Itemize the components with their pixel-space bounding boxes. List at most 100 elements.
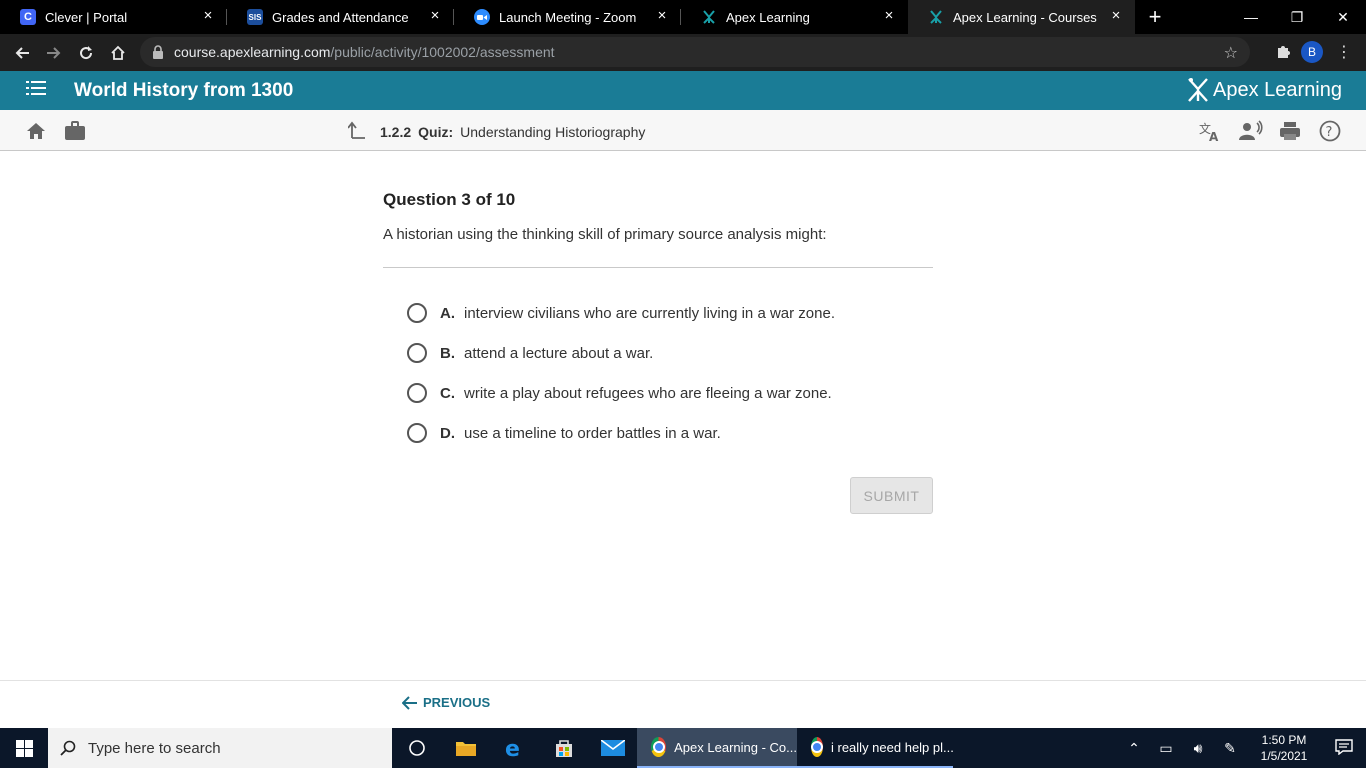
- answer-choice-d[interactable]: D. use a timeline to order battles in a …: [383, 413, 933, 453]
- choice-letter: D.: [440, 424, 455, 442]
- translate-icon[interactable]: 文A: [1199, 120, 1221, 144]
- browser-tab-zoom[interactable]: Launch Meeting - Zoom ×: [454, 0, 681, 34]
- lock-icon: [152, 45, 166, 59]
- course-title: World History from 1300: [74, 79, 294, 101]
- windows-taskbar: Type here to search e Apex Learning - Co…: [0, 728, 1366, 768]
- text-to-speech-icon[interactable]: [1239, 120, 1263, 142]
- browser-tab-strip: C Clever | Portal × SIS Grades and Atten…: [0, 0, 1366, 34]
- back-arrow-icon[interactable]: [6, 37, 38, 69]
- close-tab-icon[interactable]: ×: [882, 8, 896, 23]
- print-icon[interactable]: [1279, 120, 1301, 142]
- choice-letter: A.: [440, 304, 455, 322]
- chevron-up-icon[interactable]: ⌃: [1118, 740, 1150, 757]
- url-bar[interactable]: course.apexlearning.com/public/activity/…: [140, 37, 1250, 67]
- browser-tab-apex[interactable]: Apex Learning ×: [681, 0, 908, 34]
- tab-title: Apex Learning: [726, 9, 810, 25]
- activity-type: Quiz:: [418, 123, 454, 140]
- profile-avatar[interactable]: B: [1301, 41, 1323, 63]
- tab-title: Grades and Attendance: [272, 9, 409, 25]
- arrow-left-icon: [402, 695, 417, 710]
- question-header: Question 3 of 10: [383, 190, 516, 209]
- chrome-icon: [651, 737, 667, 757]
- edge-icon[interactable]: e: [490, 728, 539, 768]
- extensions-puzzle-icon[interactable]: [1275, 43, 1291, 64]
- tab-title: Apex Learning - Courses: [953, 9, 1097, 25]
- pen-icon[interactable]: ✎: [1214, 740, 1246, 757]
- briefcase-icon[interactable]: [64, 120, 86, 142]
- apex-icon: [701, 9, 717, 25]
- home-icon[interactable]: [25, 120, 47, 142]
- browser-tab-apex-courses[interactable]: Apex Learning - Courses ×: [908, 0, 1135, 34]
- address-bar: course.apexlearning.com/public/activity/…: [0, 34, 1366, 71]
- question-panel: Question 3 of 10 A historian using the t…: [383, 190, 933, 453]
- browser-tab-clever[interactable]: C Clever | Portal ×: [0, 0, 227, 34]
- answer-choices: A. interview civilians who are currently…: [383, 293, 933, 453]
- help-icon[interactable]: ?: [1319, 120, 1341, 142]
- mail-icon[interactable]: [588, 728, 637, 768]
- forward-arrow-icon[interactable]: [38, 37, 70, 69]
- zoom-icon: [474, 9, 490, 25]
- up-arrow-icon[interactable]: [347, 121, 366, 142]
- new-tab-button[interactable]: +: [1135, 0, 1175, 34]
- previous-label: PREVIOUS: [423, 695, 491, 710]
- close-tab-icon[interactable]: ×: [1109, 8, 1123, 23]
- taskbar-app-chrome-help[interactable]: i really need help pl...: [797, 728, 954, 768]
- window-controls: — ❐ ✕: [1228, 0, 1366, 34]
- taskbar-search-input[interactable]: Type here to search: [48, 728, 392, 768]
- taskbar-app-chrome-apex[interactable]: Apex Learning - Co...: [637, 728, 797, 768]
- activity-number: 1.2.2: [380, 123, 412, 140]
- choice-text: use a timeline to order battles in a war…: [464, 424, 721, 442]
- home-icon[interactable]: [102, 37, 134, 69]
- clever-icon: C: [20, 9, 36, 25]
- apex-logo-icon: [1188, 78, 1208, 102]
- activity-name: Understanding Historiography: [460, 123, 646, 140]
- bookmark-star-icon[interactable]: ☆: [1224, 43, 1238, 63]
- task-view-icon[interactable]: [392, 728, 441, 768]
- battery-icon[interactable]: ▭: [1150, 740, 1182, 757]
- question-prompt: A historian using the thinking skill of …: [383, 226, 827, 243]
- radio-button[interactable]: [407, 303, 427, 323]
- course-header: World History from 1300 Apex Learning: [0, 71, 1366, 110]
- svg-text:A: A: [1209, 130, 1219, 142]
- windows-start-icon[interactable]: [0, 728, 48, 768]
- radio-button[interactable]: [407, 383, 427, 403]
- close-tab-icon[interactable]: ×: [655, 8, 669, 23]
- previous-button[interactable]: PREVIOUS: [402, 695, 490, 710]
- url-text: course.apexlearning.com/public/activity/…: [174, 44, 555, 60]
- answer-choice-b[interactable]: B. attend a lecture about a war.: [383, 333, 933, 373]
- radio-button[interactable]: [407, 343, 427, 363]
- choice-letter: C.: [440, 384, 455, 402]
- tab-title: Launch Meeting - Zoom: [499, 9, 637, 25]
- clock[interactable]: 1:50 PM 1/5/2021: [1246, 732, 1322, 764]
- radio-button[interactable]: [407, 423, 427, 443]
- close-tab-icon[interactable]: ×: [428, 8, 442, 23]
- apex-learning-logo: Apex Learning: [1187, 77, 1342, 103]
- volume-icon[interactable]: 🔊︎: [1182, 740, 1214, 757]
- choice-text: write a play about refugees who are flee…: [464, 384, 832, 402]
- browser-menu-icon[interactable]: ⋮: [1336, 42, 1352, 62]
- chrome-icon: [811, 737, 823, 757]
- restore-icon[interactable]: ❐: [1274, 0, 1320, 34]
- close-tab-icon[interactable]: ×: [201, 8, 215, 23]
- choice-text: attend a lecture about a war.: [464, 344, 654, 362]
- breadcrumb: 1.2.2 Quiz: Understanding Historiography: [347, 121, 646, 142]
- svg-text:e: e: [505, 737, 520, 759]
- apex-icon: [928, 9, 944, 25]
- search-icon: [60, 740, 76, 756]
- file-explorer-icon[interactable]: [441, 728, 490, 768]
- tab-title: Clever | Portal: [45, 9, 128, 25]
- menu-list-icon[interactable]: [26, 81, 46, 100]
- answer-choice-c[interactable]: C. write a play about refugees who are f…: [383, 373, 933, 413]
- submit-button[interactable]: SUBMIT: [850, 477, 933, 514]
- notifications-icon[interactable]: [1322, 738, 1366, 758]
- sis-icon: SIS: [247, 9, 263, 25]
- close-window-icon[interactable]: ✕: [1320, 0, 1366, 34]
- svg-text:?: ?: [1326, 125, 1333, 140]
- activity-footer: PREVIOUS: [0, 680, 1366, 728]
- divider: [383, 267, 933, 268]
- browser-tab-grades[interactable]: SIS Grades and Attendance ×: [227, 0, 454, 34]
- store-icon[interactable]: [539, 728, 588, 768]
- reload-icon[interactable]: [70, 37, 102, 69]
- minimize-icon[interactable]: —: [1228, 0, 1274, 34]
- answer-choice-a[interactable]: A. interview civilians who are currently…: [383, 293, 933, 333]
